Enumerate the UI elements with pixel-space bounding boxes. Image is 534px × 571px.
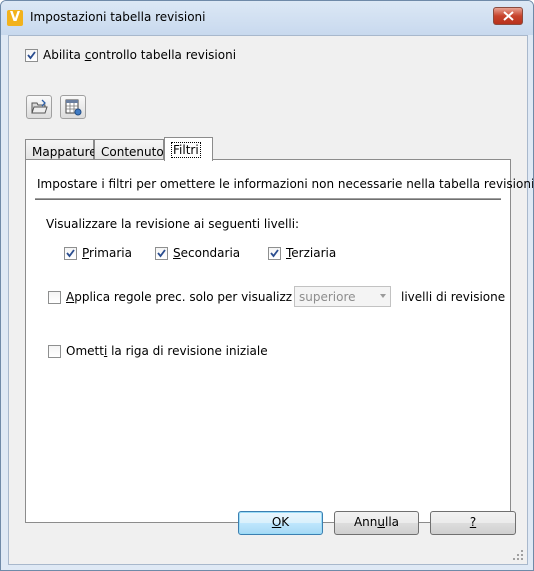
dialog-body: Abilita controllo tabella revisioni Mapp… (8, 35, 533, 565)
label-part: Ann (353, 515, 378, 529)
tab-label: Contenuto (101, 145, 164, 159)
window-title: Impostazioni tabella revisioni (30, 10, 206, 24)
cancel-button[interactable]: Annulla (334, 511, 419, 535)
level-terziaria-label[interactable]: Terziaria (286, 246, 336, 260)
checkmark-icon (270, 249, 279, 258)
title-bar[interactable]: V Impostazioni tabella revisioni (1, 1, 533, 35)
close-icon (503, 11, 514, 21)
open-folder-icon (31, 99, 48, 114)
checkmark-icon (157, 249, 166, 258)
open-button[interactable] (26, 95, 52, 119)
checkmark-icon (66, 249, 75, 258)
enable-revision-table-label[interactable]: Abilita controllo tabella revisioni (43, 48, 236, 62)
app-logo-icon: V (7, 10, 23, 26)
label-part: ontrollo tabella revisioni (91, 48, 237, 62)
resize-grip-icon[interactable] (513, 550, 523, 560)
table-settings-button[interactable] (60, 95, 86, 119)
label-mnemonic: O (271, 515, 282, 529)
enable-revision-table-checkbox[interactable] (25, 49, 38, 62)
chevron-down-icon (380, 294, 386, 298)
label-part: lla (385, 515, 400, 529)
label-part: K (281, 515, 290, 529)
label-part: econdaria (180, 246, 241, 260)
omit-initial-row-label[interactable]: Ometti la riga di revisione iniziale (66, 344, 268, 358)
label-mnemonic: S (173, 246, 181, 260)
label-part: pplica regole prec. solo per visualizz (74, 290, 293, 304)
label-mnemonic: ? (469, 515, 477, 529)
apply-rules-label[interactable]: Applica regole prec. solo per visualizz (66, 290, 292, 304)
level-secondaria-checkbox[interactable] (155, 247, 168, 260)
label-part: rimaria (89, 246, 132, 260)
tab-filtri[interactable]: Filtri (164, 137, 213, 161)
close-button[interactable] (493, 7, 523, 25)
tab-mappature[interactable]: Mappature (25, 139, 97, 161)
checkmark-icon (27, 51, 36, 60)
label-mnemonic: P (82, 246, 90, 260)
levels-suffix-label: livelli di revisione (401, 290, 506, 304)
label-part: Omett (66, 344, 104, 358)
help-button[interactable]: ? (430, 511, 516, 535)
filters-panel: Impostare i filtri per omettere le infor… (25, 159, 533, 523)
table-settings-icon (65, 99, 82, 116)
separator (35, 198, 501, 201)
label-mnemonic: u (377, 515, 385, 529)
omit-initial-row-checkbox[interactable] (48, 345, 61, 358)
label-mnemonic: A (66, 290, 75, 304)
tab-label: Mappature (32, 145, 97, 159)
tab-contenuto[interactable]: Contenuto (94, 139, 164, 161)
level-secondaria-label[interactable]: Secondaria (173, 246, 240, 260)
ok-button[interactable]: OK (238, 511, 323, 535)
level-terziaria-checkbox[interactable] (268, 247, 281, 260)
filters-description: Impostare i filtri per omettere le infor… (37, 177, 534, 191)
dialog-window: V Impostazioni tabella revisioni Abilita… (0, 0, 534, 571)
level-primaria-label[interactable]: Primaria (82, 246, 132, 260)
combo-value: superiore (299, 290, 356, 304)
apply-rules-checkbox[interactable] (48, 291, 61, 304)
label-part: la riga di revisione iniziale (107, 344, 268, 358)
label-part: Abilita (43, 48, 85, 62)
tab-label: Filtri (171, 142, 201, 158)
levels-heading: Visualizzare la revisione ai seguenti li… (46, 217, 300, 231)
levels-combo[interactable]: superiore (294, 286, 391, 307)
level-primaria-checkbox[interactable] (64, 247, 77, 260)
label-part: erziaria (291, 246, 337, 260)
